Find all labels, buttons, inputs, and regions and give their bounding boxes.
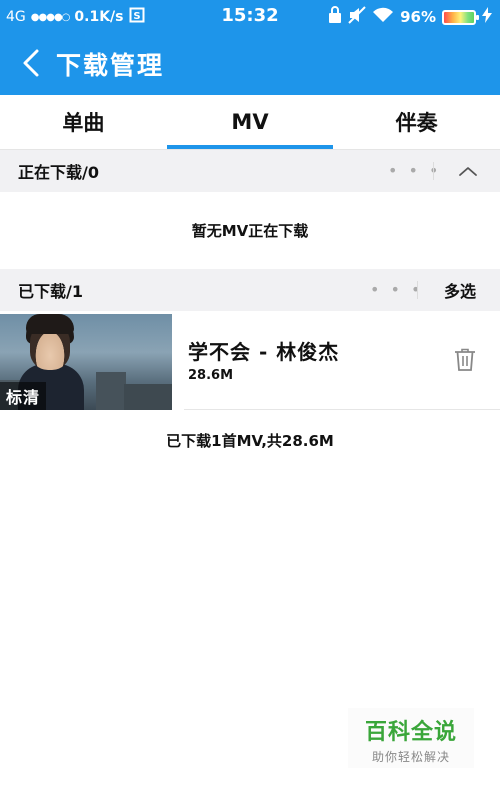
network-type: 4G [6, 9, 26, 25]
nav-bar: 下载管理 [0, 32, 500, 95]
watermark-subtitle: 助你轻松解决 [371, 750, 450, 764]
tab-bar: 单曲 MV 伴奏 [0, 95, 500, 150]
chevron-left-icon [23, 49, 39, 77]
top-bar: 4G ●●●●○ 0.1K/s S 15:32 96% 下载管理 [0, 0, 500, 95]
empty-downloading-message: 暂无MV正在下载 [0, 192, 500, 269]
tab-accompaniment[interactable]: 伴奏 [333, 95, 500, 149]
divider [184, 409, 500, 410]
svg-text:S: S [133, 11, 140, 22]
watermark-logo: 百科全说 助你轻松解决 [348, 708, 474, 768]
divider [433, 162, 434, 180]
tab-mv[interactable]: MV [166, 95, 334, 149]
download-summary: 已下载1首MV,共28.6M [166, 432, 334, 450]
wifi-icon [372, 7, 394, 27]
trash-icon [455, 348, 475, 371]
watermark-title: 百科全说 [364, 720, 457, 745]
tab-single[interactable]: 单曲 [0, 95, 167, 149]
downloaded-title: 已下载/1 [18, 282, 83, 301]
battery-percent: 96% [400, 8, 436, 26]
back-button[interactable] [14, 46, 48, 80]
signal-strength-icon: ●●●●○ [30, 11, 71, 23]
quality-badge: 标清 [0, 382, 47, 410]
lock-icon [328, 6, 342, 28]
status-bar: 4G ●●●●○ 0.1K/s S 15:32 96% [0, 0, 500, 32]
delete-button[interactable] [454, 348, 476, 372]
collapse-button[interactable] [456, 160, 480, 182]
more-icon[interactable]: • • • [370, 282, 423, 298]
charging-icon [482, 7, 492, 27]
chevron-up-icon [459, 167, 477, 176]
mv-title: 学不会 - 林俊杰 [188, 340, 340, 364]
divider [417, 281, 418, 299]
mv-size: 28.6M [188, 368, 234, 383]
downloaded-section-header: 已下载/1 • • • 多选 [0, 269, 500, 311]
network-speed: 0.1K/s [74, 9, 124, 25]
list-item[interactable]: 标清 学不会 - 林俊杰 28.6M [0, 312, 500, 410]
multiselect-button[interactable]: 多选 [444, 278, 476, 302]
downloading-section-header: 正在下载/0 • • • [0, 150, 500, 192]
page-title: 下载管理 [56, 51, 165, 80]
downloading-title: 正在下载/0 [18, 163, 99, 182]
mute-icon [348, 6, 366, 28]
battery-icon [442, 9, 479, 25]
screenshot-icon: S [129, 7, 145, 27]
mv-thumbnail[interactable]: 标清 [0, 314, 172, 410]
